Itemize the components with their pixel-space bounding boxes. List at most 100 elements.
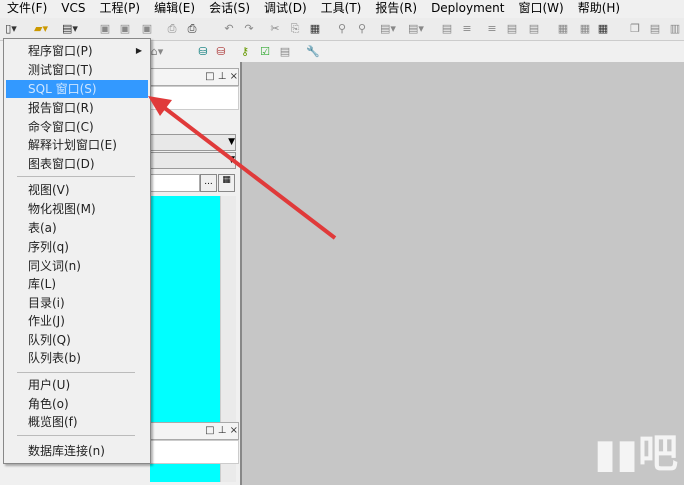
menu-item-label: 数据库连接(n) (28, 444, 105, 458)
menu-10[interactable]: 帮助(H) (571, 0, 627, 18)
new-icon[interactable]: ▯▾ (4, 22, 18, 35)
indent-icon[interactable]: ▤▾ (380, 22, 396, 35)
move-right-icon[interactable]: ▤ (505, 22, 519, 35)
logon-icon[interactable]: ⛁ (196, 45, 210, 58)
logoff-icon[interactable]: ⛁ (214, 45, 228, 58)
menu-item[interactable]: 同义词(n) (6, 257, 148, 275)
pane-header-buttons[interactable]: □ ⊥ × (150, 68, 239, 86)
menu-item-label: 表(a) (28, 221, 57, 235)
pane-header-buttons-2[interactable]: □ ⊥ × (150, 422, 239, 440)
menu-item-label: 队列(Q) (28, 333, 71, 347)
tile-horizontal-icon[interactable]: ▤ (648, 22, 662, 35)
indent2-icon[interactable]: ≡ (485, 22, 499, 35)
menu-8[interactable]: Deployment (424, 0, 511, 18)
menu-item[interactable]: 表(a) (6, 219, 148, 237)
menu-item-label: 序列(q) (28, 240, 69, 254)
menu-0[interactable]: 文件(F) (0, 0, 54, 18)
menu-item[interactable]: 物化视图(M) (6, 200, 148, 218)
menu-item-label: 库(L) (28, 277, 57, 291)
browse-button[interactable]: ... (200, 174, 217, 192)
menu-item[interactable]: 程序窗口(P) ▶ (6, 42, 148, 60)
checklist-icon[interactable]: ☑ (258, 45, 272, 58)
find-icon[interactable]: ⚲ (335, 22, 349, 35)
paste-icon[interactable]: ▦ (308, 22, 322, 35)
save-icon[interactable]: ▣ (98, 22, 112, 35)
menu-item-label: 概览图(f) (28, 415, 78, 429)
menu-3[interactable]: 编辑(E) (147, 0, 202, 18)
menu-7[interactable]: 报告(R) (368, 0, 424, 18)
menu-item-label: 解释计划窗口(E) (28, 138, 117, 152)
menu-item[interactable]: 命令窗口(C) (6, 118, 148, 136)
menu-1[interactable]: VCS (54, 0, 92, 18)
menu-item[interactable]: 报告窗口(R) (6, 99, 148, 117)
menu-item[interactable]: 概览图(f) (6, 413, 148, 431)
menu-item[interactable]: 数据库连接(n) (6, 442, 148, 460)
printer-icon[interactable]: ⎙ (185, 22, 199, 35)
redo-icon[interactable]: ↷ (242, 22, 256, 35)
menu-bar: 文件(F) VCS 工程(P) 编辑(E) 会话(S) 调试(D) 工具(T) 报告(R) De… (0, 0, 684, 18)
menu-item-label: 用户(U) (28, 378, 71, 392)
menu-2[interactable]: 工程(P) (93, 0, 148, 18)
object-browser-panel: □ ⊥ × ▼ ▼ ... ▦ □ ⊥ × (150, 64, 239, 485)
menu-item[interactable]: 库(L) (6, 275, 148, 293)
print-icon[interactable]: ▤▾ (62, 22, 78, 35)
menu-item[interactable]: 视图(V) (6, 181, 148, 199)
menu-item[interactable]: 用户(U) (6, 376, 148, 394)
menu-item[interactable]: 图表窗口(D) (6, 155, 148, 173)
breakpoint-icon[interactable]: ▦ (556, 22, 570, 35)
connection-dropdown[interactable]: ▼ (150, 134, 236, 151)
watermark-logo: ▮▮吧 (593, 431, 678, 477)
menu-item-label: 角色(o) (28, 397, 69, 411)
menu-item-label: 测试窗口(T) (28, 63, 93, 77)
sql-icon[interactable]: ⌂▾ (150, 45, 164, 58)
filter-dropdown[interactable]: ▼ (150, 152, 236, 169)
menu-item[interactable]: 作业(J) (6, 312, 148, 330)
menu-item-label: 同义词(n) (28, 259, 81, 273)
menu-4[interactable]: 会话(S) (202, 0, 257, 18)
menu-item-label: SQL 窗口(S) (28, 82, 97, 96)
cascade-icon[interactable]: ❐ (628, 22, 642, 35)
menu-item-label: 物化视图(M) (28, 202, 96, 216)
report-icon[interactable]: ▤ (278, 45, 292, 58)
open-icon[interactable]: ▰▾ (34, 22, 48, 35)
menu-item-label: 目录(i) (28, 296, 65, 310)
menu-item-label: 作业(J) (28, 314, 65, 328)
copy-icon[interactable]: ⎘ (288, 22, 302, 35)
tile-vertical-icon[interactable]: ▥ (668, 22, 682, 35)
undo-icon[interactable]: ↶ (222, 22, 236, 35)
menu-separator (17, 435, 135, 436)
menu-item[interactable]: 角色(o) (6, 395, 148, 413)
menu-item[interactable]: 队列表(b) (6, 349, 148, 367)
run-icon[interactable]: ▦ (596, 22, 610, 35)
new-dropdown-menu: 程序窗口(P) ▶ 测试窗口(T) SQL 窗口(S) 报告窗口(R) 命令窗口(C) 解释… (3, 38, 151, 464)
menu-separator (17, 372, 135, 373)
uncomment-icon[interactable]: ≡ (460, 22, 474, 35)
wrench-icon[interactable]: 🔧 (306, 45, 320, 58)
menu-6[interactable]: 工具(T) (314, 0, 369, 18)
menu-item[interactable]: SQL 窗口(S) (6, 80, 148, 98)
outdent-icon[interactable]: ▤▾ (408, 22, 424, 35)
menu-item[interactable]: 队列(Q) (6, 331, 148, 349)
save-as-icon[interactable]: ▣ (118, 22, 132, 35)
save-all-icon[interactable]: ▣ (140, 22, 154, 35)
keys-icon[interactable]: ⚷ (238, 45, 252, 58)
cut-icon[interactable]: ✂ (268, 22, 282, 35)
menu-item[interactable]: 目录(i) (6, 294, 148, 312)
menu-9[interactable]: 窗口(W) (511, 0, 570, 18)
pane-content-2 (150, 440, 239, 464)
menu-5[interactable]: 调试(D) (257, 0, 314, 18)
menu-item[interactable]: 序列(q) (6, 238, 148, 256)
submenu-arrow-icon: ▶ (135, 46, 142, 55)
search-input[interactable] (150, 174, 200, 192)
menu-item[interactable]: 测试窗口(T) (6, 61, 148, 79)
comment-icon[interactable]: ▤ (440, 22, 454, 35)
refresh-icon[interactable]: ▦ (218, 174, 235, 192)
move-left-icon[interactable]: ▤ (527, 22, 541, 35)
menu-item-label: 命令窗口(C) (28, 120, 94, 134)
step-icon[interactable]: ▦ (578, 22, 592, 35)
find-next-icon[interactable]: ⚲ (355, 22, 369, 35)
mdi-workspace: ▮▮吧 (240, 62, 684, 485)
menu-item[interactable]: 解释计划窗口(E) (6, 136, 148, 154)
print-preview-icon[interactable]: ⎙ (165, 22, 179, 35)
menu-separator (17, 176, 135, 177)
